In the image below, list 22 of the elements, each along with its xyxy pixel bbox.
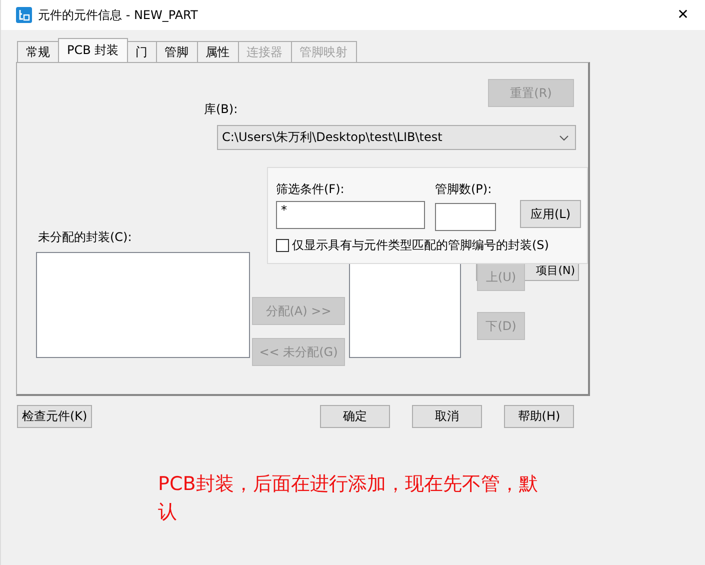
- close-icon[interactable]: ✕: [675, 7, 691, 23]
- caret-icon: [559, 134, 569, 140]
- pin-count-field[interactable]: [435, 203, 496, 231]
- app-icon: [16, 7, 32, 23]
- unassigned-label: 未分配的封装(C):: [38, 229, 132, 245]
- unassigned-list[interactable]: [36, 252, 250, 358]
- footer-button[interactable]: 确定: [320, 405, 390, 428]
- library-label: 库(B):: [204, 101, 238, 117]
- footer-button[interactable]: 帮助(H): [504, 405, 574, 428]
- tab[interactable]: 常规: [17, 41, 59, 62]
- pin-count-label: 管脚数(P):: [435, 181, 492, 197]
- footer-button[interactable]: 检查元件(K): [17, 405, 92, 428]
- library-dropdown[interactable]: C:\Users\朱万利\Desktop\test\LIB\test: [217, 125, 576, 150]
- tab[interactable]: PCB 封装: [58, 38, 128, 62]
- filter-field[interactable]: *: [276, 201, 425, 229]
- checkbox[interactable]: [276, 239, 289, 252]
- footer-button[interactable]: 取消: [412, 405, 482, 428]
- checkbox-label[interactable]: 仅显示具有与元件类型匹配的管脚编号的封装(S): [292, 237, 549, 253]
- filter-label: 筛选条件(F):: [276, 181, 344, 197]
- annotation-text: PCB封装，后面在进行添加，现在先不管，默认: [158, 472, 538, 525]
- apply-button[interactable]: 应用(L): [520, 200, 581, 228]
- window-title: 元件的元件信息 - NEW_PART: [38, 6, 198, 24]
